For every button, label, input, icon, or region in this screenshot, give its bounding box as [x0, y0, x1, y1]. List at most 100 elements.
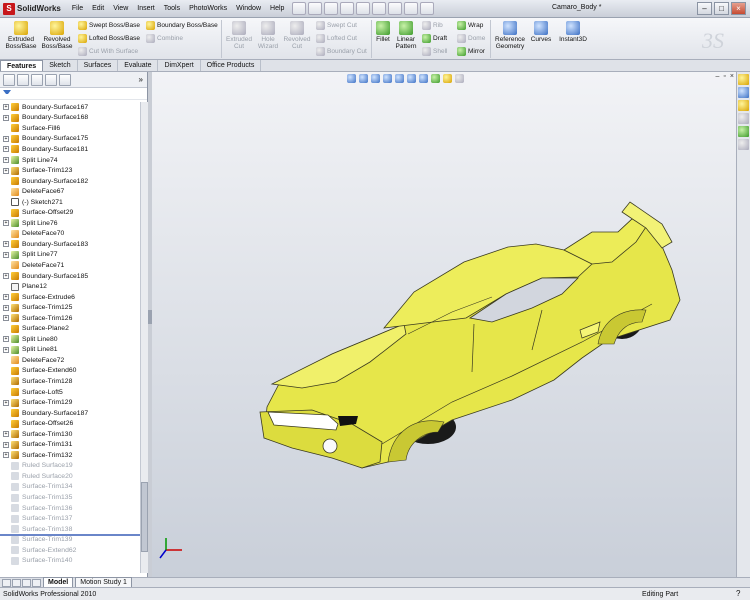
tab-office-products[interactable]: Office Products [201, 60, 262, 71]
tree-item[interactable]: + Surface-Trim132 [0, 450, 140, 461]
tree-item[interactable]: Surface-Trim136 [0, 503, 140, 514]
tree-item[interactable]: DeleteFace71 [0, 260, 140, 271]
tree-item[interactable]: + Surface-Trim130 [0, 429, 140, 440]
solidworks-logo[interactable]: S SolidWorks [0, 0, 64, 18]
tree-item[interactable]: Boundary-Surface182 [0, 176, 140, 187]
menu-edit[interactable]: Edit [92, 5, 104, 12]
expand-toggle-icon[interactable]: + [3, 146, 9, 153]
expand-toggle-icon[interactable]: + [3, 157, 9, 163]
expand-toggle-icon[interactable]: + [3, 241, 9, 248]
tree-item[interactable]: Plane12 [0, 281, 140, 292]
expand-toggle-icon[interactable]: + [3, 431, 9, 438]
expand-toggle-icon[interactable]: + [3, 114, 9, 121]
menu-view[interactable]: View [113, 5, 128, 12]
expand-toggle-icon[interactable]: + [3, 304, 9, 311]
combine-button[interactable]: Combine [146, 34, 183, 43]
tree-item[interactable]: Surface-Offset29 [0, 207, 140, 218]
tree-item[interactable]: + Boundary-Surface167 [0, 102, 140, 113]
tree-item[interactable]: Surface-Extend62 [0, 545, 140, 556]
prev-tab-arrow-icon[interactable] [12, 578, 21, 587]
dome-button[interactable]: Dome [457, 34, 485, 43]
custom-properties-icon[interactable] [738, 139, 749, 150]
menu-photoworks[interactable]: PhotoWorks [189, 5, 227, 12]
dimxpert-manager-tab-icon[interactable] [45, 73, 57, 86]
tree-item[interactable]: Surface-Fill6 [0, 123, 140, 134]
menu-file[interactable]: File [72, 5, 83, 12]
first-tab-arrow-icon[interactable] [2, 578, 11, 587]
rib-button[interactable]: Rib [422, 21, 443, 30]
graphics-area[interactable]: – ▫ × [152, 72, 736, 577]
tab-evaluate[interactable]: Evaluate [118, 60, 159, 71]
tab-features[interactable]: Features [0, 60, 44, 71]
menu-insert[interactable]: Insert [137, 5, 155, 12]
close-button[interactable]: × [731, 2, 746, 15]
tree-item[interactable]: Surface-Trim134 [0, 482, 140, 493]
swept-boss-button[interactable]: Swept Boss/Base [78, 21, 140, 30]
tree-item[interactable]: Surface-Extend60 [0, 366, 140, 377]
appearances-icon[interactable] [738, 126, 749, 137]
revolved-cut-button[interactable]: Revolved Cut [282, 21, 312, 50]
cut-with-surface-button[interactable]: Cut With Surface [78, 47, 138, 56]
traffic-light-icon[interactable] [404, 2, 419, 15]
solidworks-resources-icon[interactable] [738, 74, 749, 85]
tree-filter[interactable] [0, 88, 147, 100]
expand-toggle-icon[interactable]: + [3, 104, 9, 111]
expand-toggle-icon[interactable]: + [3, 346, 9, 353]
tree-item[interactable]: + Surface-Trim129 [0, 397, 140, 408]
tree-item[interactable]: Surface-Trim135 [0, 492, 140, 503]
tree-item[interactable]: Surface-Trim137 [0, 513, 140, 524]
menu-tools[interactable]: Tools [164, 5, 180, 12]
tree-scrollbar[interactable] [140, 102, 148, 573]
last-tab-arrow-icon[interactable] [32, 578, 41, 587]
open-icon[interactable] [308, 2, 323, 15]
menu-help[interactable]: Help [270, 5, 284, 12]
extruded-cut-button[interactable]: Extruded Cut [224, 21, 254, 50]
shell-button[interactable]: Shell [422, 47, 447, 56]
print-icon[interactable] [340, 2, 355, 15]
display-manager-tab-icon[interactable] [59, 73, 71, 86]
car-body-model[interactable] [152, 72, 736, 577]
tree-item[interactable]: + Boundary-Surface185 [0, 271, 140, 282]
expand-toggle-icon[interactable]: + [3, 294, 9, 301]
tree-item[interactable]: (-) Sketch271 [0, 197, 140, 208]
tree-item[interactable]: + Surface-Trim126 [0, 313, 140, 324]
revolved-boss-button[interactable]: Revolved Boss/Base [40, 21, 74, 50]
rollback-bar[interactable] [0, 533, 140, 536]
tab-surfaces[interactable]: Surfaces [78, 60, 119, 71]
expand-toggle-icon[interactable]: + [3, 135, 9, 142]
property-manager-tab-icon[interactable] [17, 73, 29, 86]
tree-item[interactable]: + Surface-Trim131 [0, 440, 140, 451]
tree-item[interactable]: DeleteFace70 [0, 229, 140, 240]
file-explorer-icon[interactable] [738, 100, 749, 111]
menu-window[interactable]: Window [236, 5, 261, 12]
tree-item[interactable]: + Split Line80 [0, 334, 140, 345]
tree-item[interactable]: Surface-Trim139 [0, 534, 140, 545]
expand-toggle-icon[interactable]: + [3, 220, 9, 227]
tree-item[interactable]: + Boundary-Surface168 [0, 113, 140, 124]
extruded-boss-button[interactable]: Extruded Boss/Base [4, 21, 38, 50]
expand-toggle-icon[interactable]: + [3, 251, 9, 258]
tree-item[interactable]: Surface-Offset26 [0, 418, 140, 429]
expand-toggle-icon[interactable]: + [3, 399, 9, 406]
draft-button[interactable]: Draft [422, 34, 447, 43]
help-icon[interactable]: ? [736, 589, 740, 598]
mirror-button[interactable]: Mirror [457, 47, 485, 56]
tree-item[interactable]: DeleteFace72 [0, 355, 140, 366]
tree-item[interactable]: Ruled Surface20 [0, 471, 140, 482]
expand-toggle-icon[interactable]: + [3, 336, 9, 343]
new-document-icon[interactable] [292, 2, 307, 15]
tree-item[interactable]: DeleteFace67 [0, 186, 140, 197]
instant3d-button[interactable]: Instant3D [557, 21, 589, 43]
wrap-button[interactable]: Wrap [457, 21, 483, 30]
maximize-button[interactable]: □ [714, 2, 729, 15]
expand-toggle-icon[interactable]: + [3, 273, 9, 280]
tree-item[interactable]: + Boundary-Surface181 [0, 144, 140, 155]
save-icon[interactable] [324, 2, 339, 15]
tree-item[interactable]: Surface-Trim140 [0, 556, 140, 567]
tree-item[interactable]: Surface-Trim128 [0, 376, 140, 387]
expand-toggle-icon[interactable]: + [3, 441, 9, 448]
lofted-boss-button[interactable]: Lofted Boss/Base [78, 34, 140, 43]
tree-item[interactable]: + Surface-Trim123 [0, 165, 140, 176]
fillet-button[interactable]: Fillet [373, 21, 393, 43]
rebuild-icon[interactable] [372, 2, 387, 15]
